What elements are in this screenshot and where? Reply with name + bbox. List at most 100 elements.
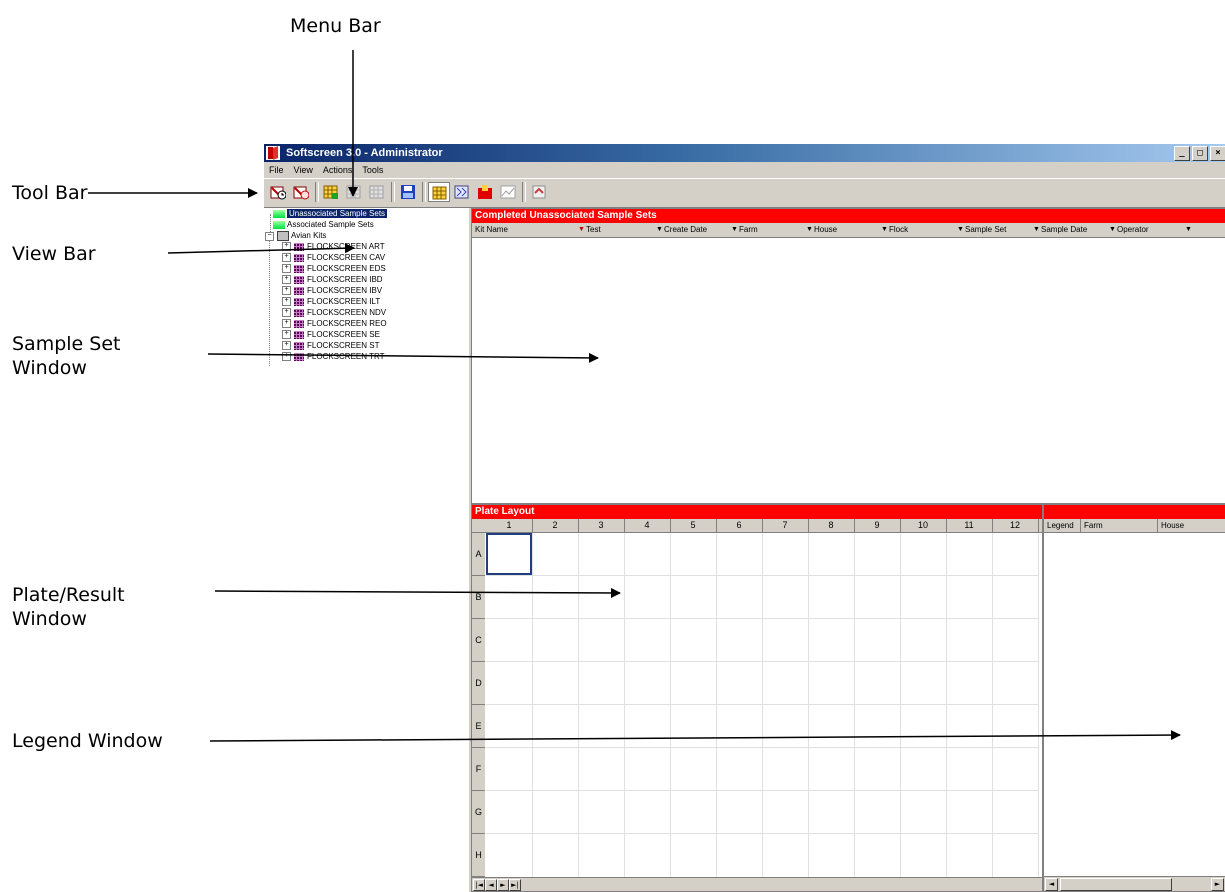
- column-sample-set[interactable]: Sample Set: [965, 223, 1006, 237]
- first-plate-button[interactable]: |◄: [473, 879, 485, 891]
- plate-add-button[interactable]: [320, 182, 342, 202]
- expand-icon[interactable]: +: [282, 319, 291, 329]
- plate-icon: [294, 341, 304, 350]
- window-controls: _ □ ×: [1174, 146, 1225, 161]
- expand-icon[interactable]: +: [282, 253, 291, 263]
- plate-disabled-2-button[interactable]: [366, 182, 388, 202]
- plate-row-e: E: [472, 705, 485, 748]
- column-house[interactable]: House: [814, 223, 837, 237]
- legend-column-legend[interactable]: Legend: [1047, 519, 1074, 532]
- exit-icon: [532, 185, 546, 199]
- expand-icon[interactable]: +: [282, 275, 291, 285]
- line-chart-button[interactable]: [497, 182, 519, 202]
- timer-result-icon: [293, 186, 309, 200]
- floppy-save-icon: [401, 185, 415, 199]
- timer-result-button[interactable]: [290, 182, 312, 202]
- scroll-left-button[interactable]: ◄: [1045, 878, 1058, 891]
- filter-dropdown-icon[interactable]: ▼: [656, 223, 663, 237]
- plate-column-4: 4: [624, 519, 671, 532]
- plate-grid-line: [762, 533, 763, 879]
- pattern-view-button[interactable]: [451, 182, 473, 202]
- plate-icon: [294, 308, 304, 317]
- menu-tools[interactable]: Tools: [357, 162, 388, 178]
- exit-button[interactable]: [528, 182, 550, 202]
- legend-horizontal-scrollbar[interactable]: ◄ ►: [1044, 876, 1225, 891]
- tree-item-kit[interactable]: + FLOCKSCREEN NDV: [282, 308, 386, 318]
- plate-disabled-icon: [346, 185, 361, 199]
- menu-file[interactable]: File: [264, 162, 289, 178]
- expand-icon[interactable]: +: [282, 308, 291, 318]
- save-button[interactable]: [397, 182, 419, 202]
- plate-grid-line: [486, 575, 1038, 576]
- column-test[interactable]: Test: [586, 223, 601, 237]
- red-chart-button[interactable]: [474, 182, 496, 202]
- plate-row-c: C: [472, 619, 485, 662]
- plate-icon: [294, 297, 304, 306]
- minimize-button[interactable]: _: [1174, 146, 1190, 161]
- expand-icon[interactable]: +: [282, 264, 291, 274]
- sample-set-header: Completed Unassociated Sample Sets: [472, 209, 1225, 223]
- timer-sample-icon: [270, 186, 286, 200]
- expand-icon[interactable]: +: [282, 352, 291, 362]
- tree-item-kit[interactable]: + FLOCKSCREEN TRT: [282, 352, 385, 362]
- tree-item-kit[interactable]: + FLOCKSCREEN EDS: [282, 264, 386, 274]
- plate-icon: [294, 330, 304, 339]
- filter-dropdown-icon[interactable]: ▼: [957, 223, 964, 237]
- expand-icon[interactable]: +: [282, 297, 291, 307]
- plate-grid-line: [624, 533, 625, 879]
- scroll-right-button[interactable]: ►: [1211, 878, 1224, 891]
- legend-column-house[interactable]: House: [1157, 519, 1184, 532]
- scroll-thumb[interactable]: [1060, 878, 1172, 891]
- filter-dropdown-icon[interactable]: ▼: [1109, 223, 1116, 237]
- column-farm[interactable]: Farm: [739, 223, 758, 237]
- toolbar-separator: [391, 182, 395, 202]
- column-sample-date[interactable]: Sample Date: [1041, 223, 1087, 237]
- grid-view-button[interactable]: [428, 182, 450, 202]
- sort-down-icon[interactable]: ▼: [578, 223, 585, 237]
- filter-dropdown-icon[interactable]: ▼: [731, 223, 738, 237]
- last-plate-button[interactable]: ►|: [509, 879, 521, 891]
- filter-dropdown-icon[interactable]: ▼: [806, 223, 813, 237]
- next-plate-button[interactable]: ►: [497, 879, 509, 891]
- menu-view[interactable]: View: [289, 162, 318, 178]
- collapse-icon[interactable]: −: [265, 231, 274, 241]
- close-button[interactable]: ×: [1210, 146, 1225, 161]
- tree-item-kit[interactable]: + FLOCKSCREEN REO: [282, 319, 387, 329]
- tree-item-kit[interactable]: + FLOCKSCREEN CAV: [282, 253, 385, 263]
- column-flock[interactable]: Flock: [889, 223, 908, 237]
- plate-disabled-button[interactable]: [343, 182, 365, 202]
- tree-item-kit[interactable]: + FLOCKSCREEN SE: [282, 330, 380, 340]
- timer-sample-button[interactable]: [267, 182, 289, 202]
- filter-dropdown-icon[interactable]: ▼: [881, 223, 888, 237]
- toolbar-separator: [315, 182, 319, 202]
- plate-column-2: 2: [532, 519, 579, 532]
- filter-dropdown-icon[interactable]: ▼: [1033, 223, 1040, 237]
- tree-item-avian-kits[interactable]: − Avian Kits: [265, 231, 326, 241]
- expand-icon[interactable]: +: [282, 330, 291, 340]
- tree-item-label: FLOCKSCREEN REO: [307, 319, 387, 328]
- column-create-date[interactable]: Create Date: [664, 223, 707, 237]
- maximize-button[interactable]: □: [1192, 146, 1208, 161]
- tree-item-associated[interactable]: Associated Sample Sets: [273, 220, 374, 230]
- tree-item-kit[interactable]: + FLOCKSCREEN ART: [282, 242, 385, 252]
- column-kit-name[interactable]: Kit Name: [475, 223, 508, 237]
- column-operator[interactable]: Operator: [1117, 223, 1149, 237]
- previous-plate-button[interactable]: ◄: [485, 879, 497, 891]
- legend-column-farm[interactable]: Farm: [1080, 519, 1103, 532]
- tree-item-kit[interactable]: + FLOCKSCREEN IBD: [282, 275, 383, 285]
- tree-item-kit[interactable]: + FLOCKSCREEN ILT: [282, 297, 380, 307]
- filter-dropdown-icon[interactable]: ▼: [1185, 223, 1192, 237]
- tree-item-kit[interactable]: + FLOCKSCREEN IBV: [282, 286, 382, 296]
- expand-icon[interactable]: +: [282, 286, 291, 296]
- expand-icon[interactable]: +: [282, 341, 291, 351]
- tree-item-unassociated[interactable]: Unassociated Sample Sets: [273, 209, 388, 219]
- plate-grid-line: [486, 790, 1038, 791]
- selected-well-a1[interactable]: [486, 533, 532, 575]
- tree-item-kit[interactable]: + FLOCKSCREEN ST: [282, 341, 379, 351]
- plate-column-3: 3: [578, 519, 625, 532]
- menu-actions[interactable]: Actions: [318, 162, 358, 178]
- window-title: Softscreen 3.0 - Administrator: [286, 147, 443, 159]
- plate-row-b: B: [472, 576, 485, 619]
- expand-icon[interactable]: +: [282, 242, 291, 252]
- plate-icon: [294, 352, 304, 361]
